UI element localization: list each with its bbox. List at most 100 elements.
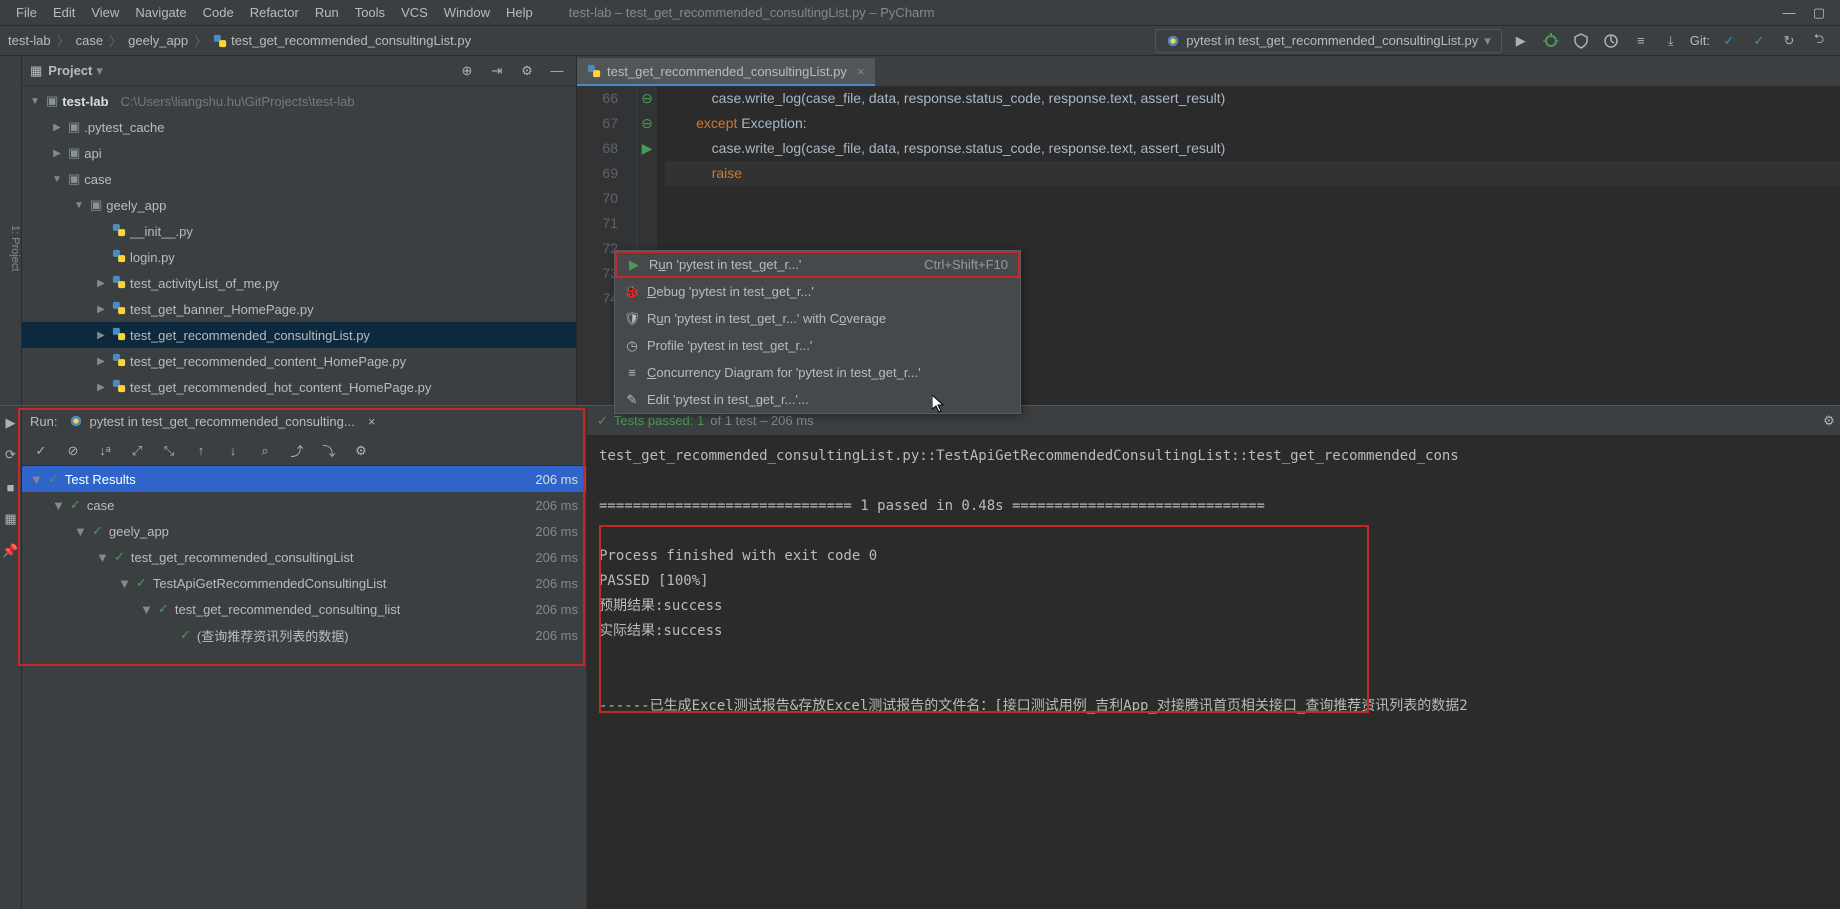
run-gutter-toolbar: ▶ ⟳ ■ ▦ 📌 (0, 406, 22, 909)
bc-case[interactable]: case (76, 33, 103, 48)
folder-icon: ▣ (68, 119, 80, 135)
menu-navigate[interactable]: Navigate (129, 3, 192, 22)
profile-button[interactable] (1600, 30, 1622, 52)
python-icon (112, 353, 126, 370)
test-row[interactable]: ✓(查询推荐资讯列表的数据)206 ms (22, 622, 586, 648)
expand-icon[interactable]: ⤢ (126, 440, 148, 462)
breadcrumb: test-lab〉 case〉 geely_app〉 test_get_reco… (8, 31, 471, 50)
context-menu-item[interactable]: ◷Profile 'pytest in test_get_r...' (615, 332, 1020, 359)
import-icon[interactable]: ⤵ (318, 440, 340, 462)
collapse-all-icon[interactable]: ⤡ (158, 440, 180, 462)
gear-icon[interactable]: ⚙ (1818, 410, 1840, 432)
menu-vcs[interactable]: VCS (395, 3, 434, 22)
git-commit-icon[interactable]: ✓ (1748, 30, 1770, 52)
run-tab-label[interactable]: pytest in test_get_recommended_consultin… (89, 414, 354, 429)
chevron-down-icon[interactable]: ▾ (96, 63, 103, 79)
test-row[interactable]: ▼✓case206 ms (22, 492, 586, 518)
git-history-icon[interactable]: ↻ (1778, 30, 1800, 52)
context-menu-item[interactable]: ≡Concurrency Diagram for 'pytest in test… (615, 359, 1020, 386)
tree-item[interactable]: ▶test_get_banner_HomePage.py (22, 296, 576, 322)
context-menu-item[interactable]: 🛡Run 'pytest in test_get_r...' with Cove… (615, 305, 1020, 332)
check-icon: ✓ (70, 497, 81, 513)
tree-root[interactable]: ▼ ▣ test-lab C:\Users\liangshu.hu\GitPro… (22, 88, 576, 114)
left-tool-strip[interactable]: 1: Project (0, 56, 22, 435)
project-panel: ▦ Project ▾ ⊕ ⇥ ⚙ — ▼ ▣ test-lab C:\User… (22, 56, 577, 435)
folder-icon: ▣ (90, 197, 102, 213)
run-config-selector[interactable]: pytest in test_get_recommended_consultin… (1155, 29, 1501, 53)
tree-item[interactable]: ▶test_get_recommended_consultingList.py (22, 322, 576, 348)
console-output[interactable]: test_get_recommended_consultingList.py::… (587, 436, 1840, 909)
tree-item[interactable]: ▶▣.pytest_cache (22, 114, 576, 140)
menu-code[interactable]: Code (197, 3, 240, 22)
layout-button[interactable]: ▦ (0, 508, 22, 530)
coverage-button[interactable] (1570, 30, 1592, 52)
git-revert-icon[interactable]: ⮌ (1808, 30, 1830, 52)
folder-icon: ▣ (68, 171, 80, 187)
prev-icon[interactable]: ↑ (190, 440, 212, 462)
gear-icon[interactable]: ⚙ (516, 60, 538, 82)
test-tree[interactable]: ▼✓Test Results206 ms▼✓case206 ms▼✓geely_… (22, 466, 586, 909)
menu-edit[interactable]: Edit (47, 3, 81, 22)
editor-tab[interactable]: test_get_recommended_consultingList.py × (577, 58, 875, 86)
test-row[interactable]: ▼✓test_get_recommended_consultingList206… (22, 544, 586, 570)
context-menu: ▶Run 'pytest in test_get_r...'Ctrl+Shift… (614, 250, 1021, 414)
tree-item[interactable]: ▶test_get_recommended_hot_content_HomePa… (22, 374, 576, 400)
maximize-icon[interactable]: ▢ (1808, 2, 1830, 24)
minimize-icon[interactable]: — (1778, 2, 1800, 24)
python-icon (587, 64, 601, 78)
tree-item[interactable]: ▶test_activityList_of_me.py (22, 270, 576, 296)
run-button[interactable]: ▶ (1510, 30, 1532, 52)
search-icon[interactable]: ⌕ (254, 440, 276, 462)
close-icon[interactable]: × (857, 64, 865, 79)
git-update-icon[interactable]: ✓ (1718, 30, 1740, 52)
test-row[interactable]: ▼✓TestApiGetRecommendedConsultingList206… (22, 570, 586, 596)
tree-item[interactable]: ▶▣api (22, 140, 576, 166)
sort-icon[interactable]: ↓ᵃ (94, 440, 116, 462)
show-passed-icon[interactable]: ✓ (30, 440, 52, 462)
toggle-button[interactable]: ⟳ (0, 444, 22, 466)
menu-tools[interactable]: Tools (349, 3, 391, 22)
check-icon: ✓ (180, 627, 191, 643)
menu-run[interactable]: Run (309, 3, 345, 22)
export-icon[interactable]: ⤴ (286, 440, 308, 462)
project-tree[interactable]: ▼ ▣ test-lab C:\Users\liangshu.hu\GitPro… (22, 86, 576, 435)
locate-icon[interactable]: ⊕ (456, 60, 478, 82)
context-menu-item[interactable]: ▶Run 'pytest in test_get_r...'Ctrl+Shift… (615, 251, 1020, 278)
rerun-button[interactable]: ▶ (0, 412, 22, 434)
bc-root[interactable]: test-lab (8, 33, 51, 48)
context-menu-item[interactable]: 🐞Debug 'pytest in test_get_r...' (615, 278, 1020, 305)
menu-file[interactable]: File (10, 3, 43, 22)
tree-item[interactable]: login.py (22, 244, 576, 270)
stop-button[interactable]: ■ (0, 476, 22, 498)
bc-app[interactable]: geely_app (128, 33, 188, 48)
hide-icon[interactable]: — (546, 60, 568, 82)
menu-refactor[interactable]: Refactor (244, 3, 305, 22)
menu-help[interactable]: Help (500, 3, 539, 22)
menu-window[interactable]: Window (438, 3, 496, 22)
window-title: test-lab – test_get_recommended_consulti… (563, 3, 941, 22)
debug-button[interactable] (1540, 30, 1562, 52)
check-icon: ✓ (597, 413, 608, 429)
test-toolbar: ✓ ⊘ ↓ᵃ ⤢ ⤡ ↑ ↓ ⌕ ⤴ ⤵ ⚙ (22, 436, 586, 466)
tree-item[interactable]: __init__.py (22, 218, 576, 244)
tree-item[interactable]: ▼▣case (22, 166, 576, 192)
tree-item[interactable]: ▶test_get_recommended_content_HomePage.p… (22, 348, 576, 374)
close-icon[interactable]: × (361, 410, 383, 432)
collapse-icon[interactable]: ⇥ (486, 60, 508, 82)
next-icon[interactable]: ↓ (222, 440, 244, 462)
test-row[interactable]: ▼✓Test Results206 ms (22, 466, 586, 492)
concurrency-button[interactable]: ≡ (1630, 30, 1652, 52)
context-menu-item[interactable]: ✎Edit 'pytest in test_get_r...'... (615, 386, 1020, 413)
bc-file[interactable]: test_get_recommended_consultingList.py (213, 33, 471, 48)
menu-view[interactable]: View (85, 3, 125, 22)
pin-button[interactable]: 📌 (0, 540, 22, 562)
python-icon (112, 223, 126, 240)
show-ignored-icon[interactable]: ⊘ (62, 440, 84, 462)
attach-button[interactable]: ⤓ (1660, 30, 1682, 52)
test-row[interactable]: ▼✓test_get_recommended_consulting_list20… (22, 596, 586, 622)
tree-item[interactable]: ▼▣geely_app (22, 192, 576, 218)
gear-icon[interactable]: ⚙ (350, 440, 372, 462)
python-icon (112, 249, 126, 266)
test-row[interactable]: ▼✓geely_app206 ms (22, 518, 586, 544)
check-icon: ✓ (114, 549, 125, 565)
